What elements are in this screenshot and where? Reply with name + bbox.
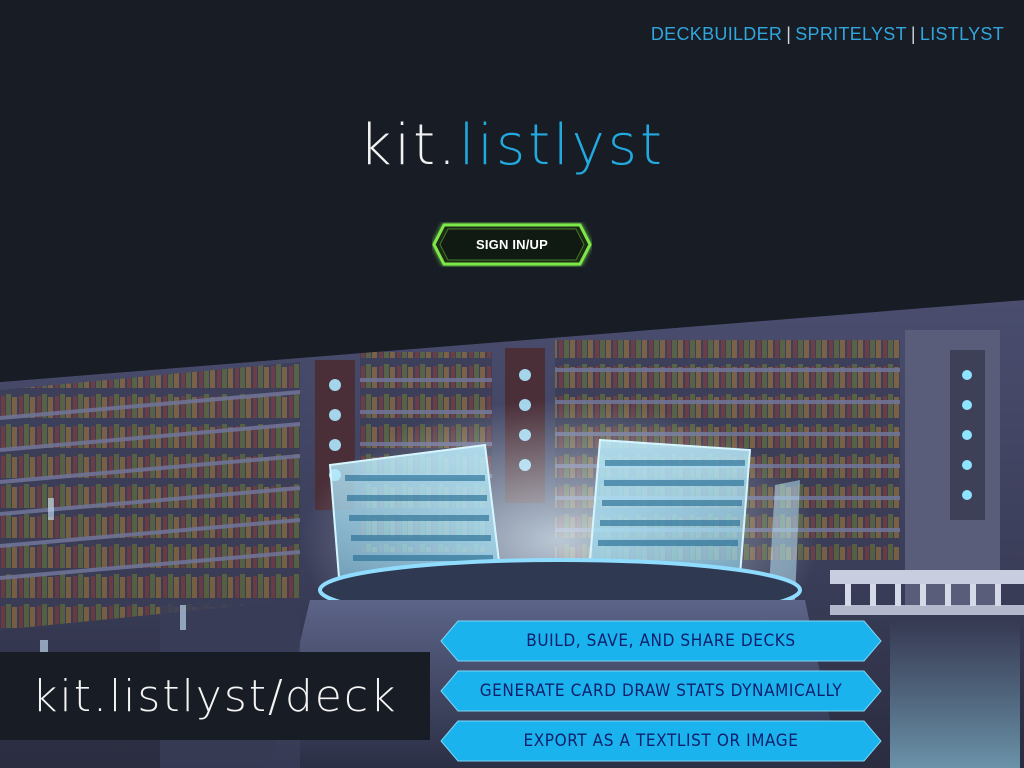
site-logo: kit.listlyst <box>0 118 1024 174</box>
feature-label: BUILD, SAVE, AND SHARE DECKS <box>526 631 796 651</box>
feature-label: EXPORT AS A TEXTLIST OR IMAGE <box>523 731 799 751</box>
sign-in-label: SIGN IN/UP <box>475 237 549 252</box>
feature-export-textlist-image: EXPORT AS A TEXTLIST OR IMAGE <box>440 720 882 762</box>
feature-card-draw-stats: GENERATE CARD DRAW STATS DYNAMICALLY <box>440 670 882 712</box>
top-nav: DECKBUILDER | SPRITELYST | LISTLYST <box>651 24 1004 45</box>
nav-separator: | <box>910 24 916 44</box>
deck-url-label: kit.listlyst/deck <box>0 652 430 740</box>
left-bookshelf <box>0 362 301 630</box>
nav-link-deckbuilder[interactable]: DECKBUILDER <box>651 24 782 44</box>
feature-label: GENERATE CARD DRAW STATS DYNAMICALLY <box>479 681 843 701</box>
nav-link-listlyst[interactable]: LISTLYST <box>920 24 1004 44</box>
nav-separator: | <box>786 24 792 44</box>
feature-build-save-share: BUILD, SAVE, AND SHARE DECKS <box>440 620 882 662</box>
deck-url-text: kit.listlyst/deck <box>32 670 398 722</box>
logo-prefix: kit. <box>359 113 459 178</box>
sign-in-button[interactable]: SIGN IN/UP <box>432 222 592 267</box>
logo-name: listlyst <box>458 113 665 178</box>
nav-link-spritelyst[interactable]: SPRITELYST <box>795 24 907 44</box>
